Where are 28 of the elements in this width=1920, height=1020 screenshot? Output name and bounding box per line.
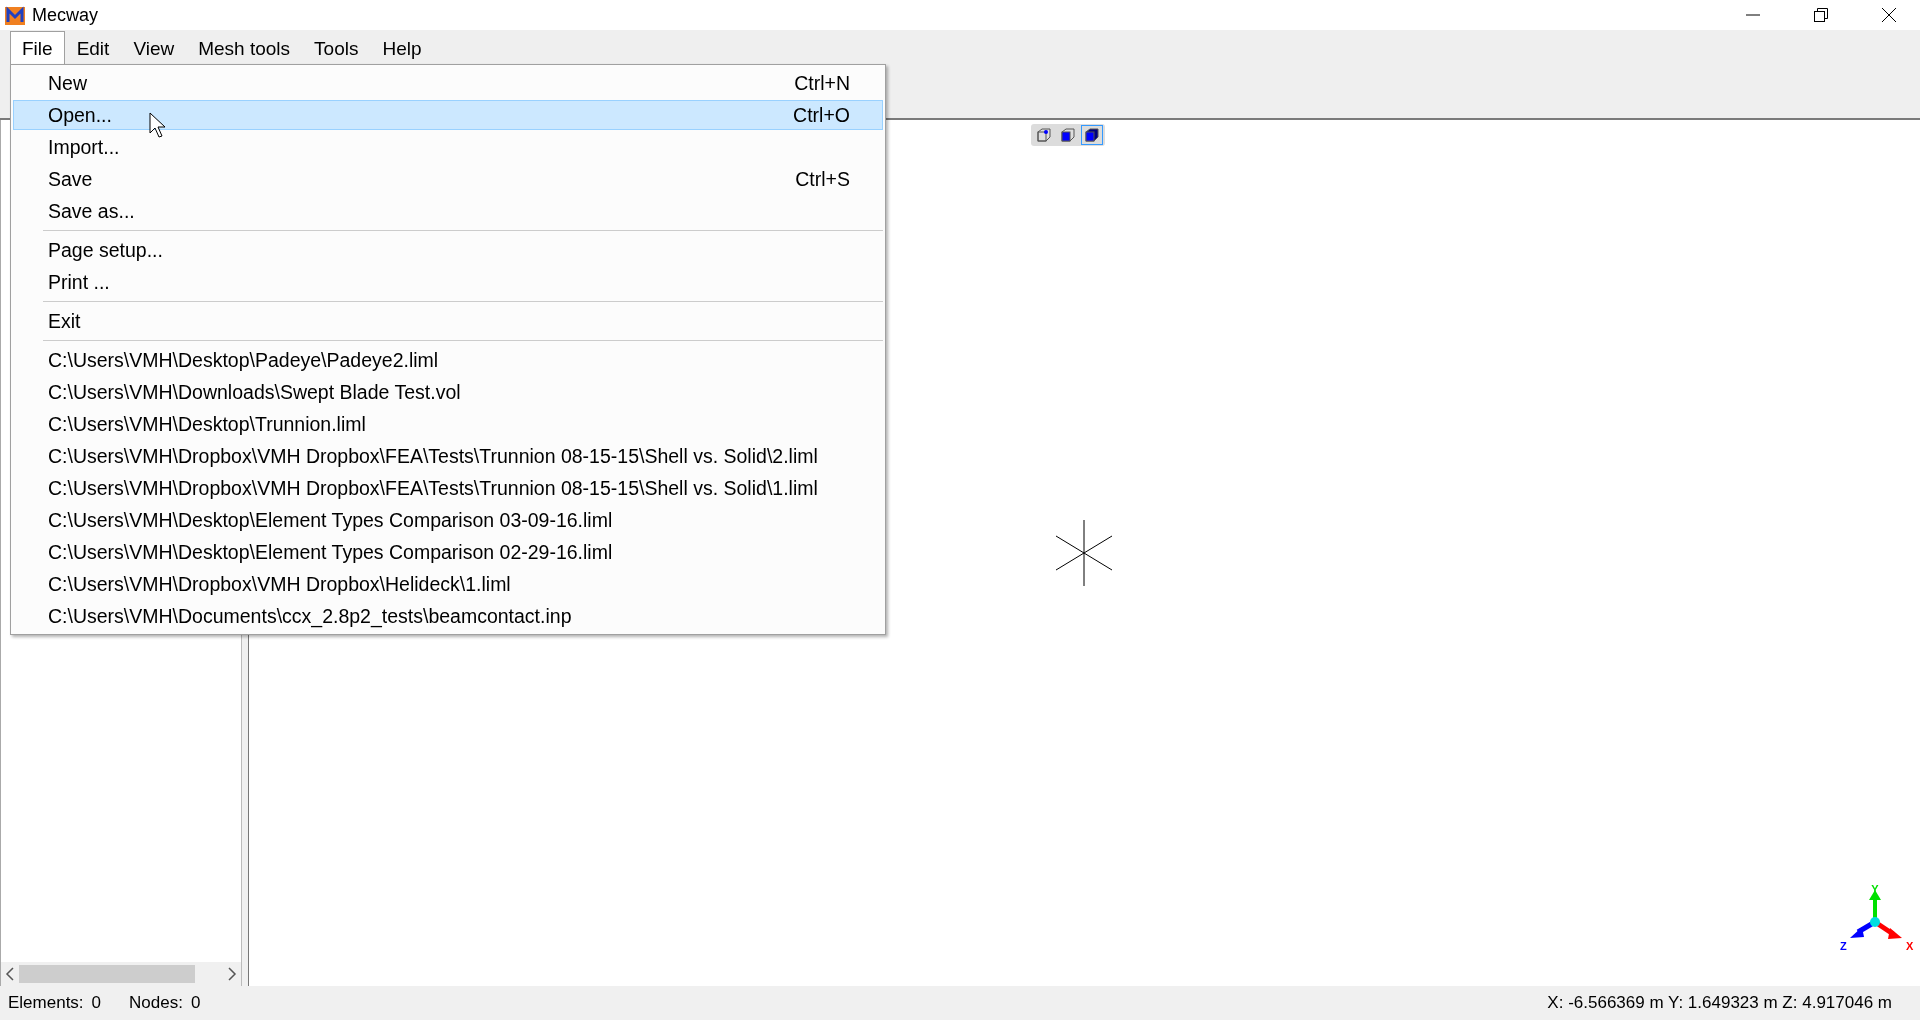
nodes-label: Nodes: [129, 993, 183, 1013]
window-title: Mecway [32, 4, 99, 26]
menu-entry[interactable]: Open... Ctrl+O [13, 100, 883, 130]
view-mode-button[interactable] [1081, 125, 1103, 145]
mouse-pointer-icon [149, 112, 167, 138]
scroll-left-icon[interactable] [5, 967, 15, 981]
menu-item[interactable]: View [121, 31, 187, 65]
scroll-right-icon[interactable] [227, 967, 237, 981]
menu-item[interactable]: Tools [302, 31, 371, 65]
nodes-count: 0 [190, 993, 201, 1013]
wireframe-cube-icon [1036, 127, 1052, 143]
menu-item[interactable]: File [10, 31, 65, 65]
cursor-coordinates: X: -6.566369 m Y: 1.649323 m Z: 4.917046 m [1547, 993, 1892, 1013]
origin-marker-icon [1054, 520, 1114, 586]
menu-item[interactable]: Help [370, 31, 434, 65]
menu-item[interactable]: Edit [64, 31, 122, 65]
axis-label: X [1906, 940, 1914, 952]
app-logo-icon [4, 4, 26, 26]
menu-item[interactable]: Mesh tools [186, 31, 303, 65]
axis-label: Z [1840, 940, 1847, 952]
solid-cube-icon [1060, 127, 1076, 143]
axis-triad-drawing [1850, 890, 1902, 939]
scrollbar-thumb[interactable] [19, 965, 195, 983]
close-icon [1881, 7, 1897, 23]
elements-count: 0 [91, 993, 102, 1013]
restore-icon [1813, 7, 1829, 23]
solid-cube-icon [1084, 127, 1100, 143]
elements-label: Elements: [8, 993, 84, 1013]
